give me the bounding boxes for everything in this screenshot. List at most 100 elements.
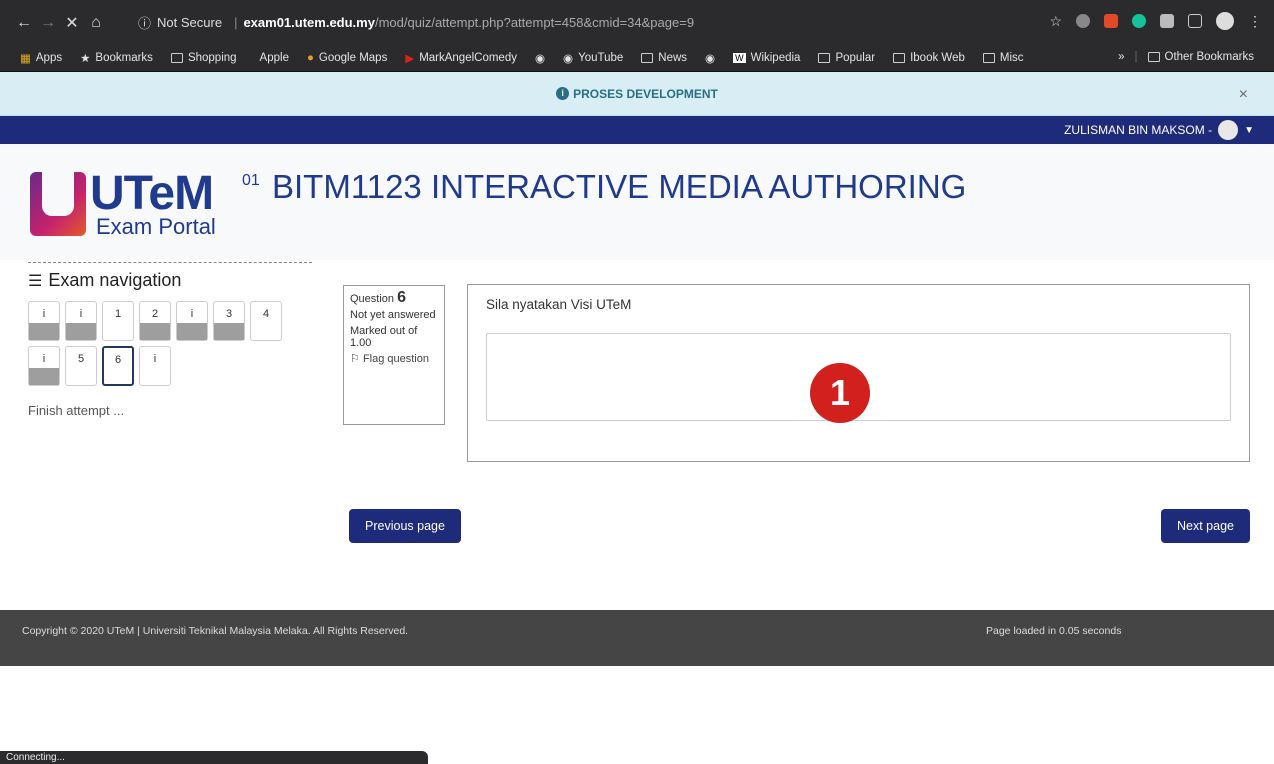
question-nav-label: 3 bbox=[225, 308, 233, 320]
question-label: Question bbox=[350, 293, 395, 305]
bookmark-wikipedia[interactable]: W Wikipedia bbox=[733, 52, 800, 64]
question-nav-button[interactable]: 6 bbox=[102, 346, 134, 386]
answered-indicator bbox=[29, 368, 59, 385]
url-separator: | bbox=[234, 14, 238, 30]
bookmark-bookmarks[interactable]: ★ Bookmarks bbox=[80, 51, 153, 65]
question-buttons: i i 1 2 i 3 4 i 5 6 i bbox=[28, 301, 288, 391]
menu-icon[interactable]: ⋮ bbox=[1248, 13, 1262, 30]
question-status: Not yet answered bbox=[350, 309, 436, 321]
development-notice: i PROSES DEVELOPMENT × bbox=[0, 72, 1274, 116]
finish-attempt-link[interactable]: Finish attempt ... bbox=[28, 403, 312, 418]
extension-icon[interactable] bbox=[1104, 14, 1118, 28]
question-nav-label: 2 bbox=[151, 308, 159, 320]
info-icon[interactable]: ⓘ bbox=[138, 13, 151, 32]
user-name[interactable]: ZULISMAN BIN MAKSOM - bbox=[1064, 123, 1212, 137]
notice-text: PROSES DEVELOPMENT bbox=[573, 86, 718, 101]
question-nav-label: i bbox=[79, 308, 83, 320]
exam-navigation: ☰ Exam navigation i i 1 2 i 3 4 i 5 6 i Finish att… bbox=[28, 270, 312, 418]
bookmark-google-maps[interactable]: ● Google Maps bbox=[307, 52, 387, 64]
course-title: BITM1123 INTERACTIVE MEDIA AUTHORING bbox=[272, 168, 967, 205]
question-nav-button[interactable]: 4 bbox=[250, 301, 282, 341]
flag-icon: ⚐ bbox=[350, 353, 360, 365]
exam-navigation-heading: ☰ Exam navigation bbox=[28, 270, 312, 291]
profile-icon[interactable] bbox=[1216, 12, 1234, 30]
question-nav-button[interactable]: 5 bbox=[65, 346, 97, 386]
bookmark-news[interactable]: News bbox=[641, 52, 687, 64]
answered-indicator bbox=[214, 323, 244, 340]
folder-icon bbox=[893, 52, 906, 63]
logo-sup: 01 bbox=[242, 172, 260, 189]
caret-down-icon[interactable]: ▼ bbox=[1244, 125, 1254, 136]
bookmark-ibook-web[interactable]: Ibook Web bbox=[893, 52, 965, 64]
browser-toolbar: ← → ✕ ⌂ ⓘ Not Secure | exam01.utem.edu.m… bbox=[0, 0, 1274, 44]
not-secure-label: Not Secure bbox=[157, 14, 223, 30]
question-nav-button[interactable]: 2 bbox=[139, 301, 171, 341]
folder-icon bbox=[641, 52, 654, 63]
info-icon: i bbox=[556, 87, 570, 100]
bookmark-globe-2[interactable]: ◉ bbox=[705, 51, 715, 65]
question-number: 6 bbox=[397, 289, 406, 306]
footer-copyright: Copyright © 2020 UTeM | Universiti Tekni… bbox=[22, 625, 409, 637]
bookmark-other[interactable]: Other Bookmarks bbox=[1147, 51, 1254, 63]
logo-brand: UTeM bbox=[90, 167, 214, 220]
folder-icon bbox=[982, 52, 995, 63]
avatar[interactable] bbox=[1218, 120, 1239, 140]
previous-page-button[interactable]: Previous page bbox=[349, 509, 461, 543]
utem-logo[interactable]: UTeM 01 Exam Portal bbox=[30, 166, 270, 242]
answered-indicator bbox=[29, 323, 59, 340]
stop-icon[interactable]: ✕ bbox=[60, 13, 84, 33]
hamburger-icon: ☰ bbox=[28, 272, 43, 290]
bookmark-shopping[interactable]: Shopping bbox=[170, 52, 237, 64]
annotation-marker: 1 bbox=[810, 363, 870, 423]
bookmark-popular[interactable]: Popular bbox=[818, 52, 875, 64]
user-bar: ZULISMAN BIN MAKSOM - ▼ bbox=[0, 116, 1274, 144]
bookmark-apps[interactable]: ▦ Apps bbox=[20, 51, 62, 65]
back-icon[interactable]: ← bbox=[12, 14, 36, 32]
star-icon[interactable]: ☆ bbox=[1049, 13, 1062, 30]
logo-subtitle: Exam Portal bbox=[96, 214, 216, 239]
next-page-button[interactable]: Next page bbox=[1161, 509, 1250, 543]
footer-load-time: Page loaded in 0.05 seconds bbox=[986, 625, 1122, 637]
extension-icon[interactable] bbox=[1076, 14, 1090, 28]
question-nav-label: i bbox=[42, 353, 46, 365]
bookmark-markangelcomedy[interactable]: ▶ MarkAngelComedy bbox=[405, 51, 517, 65]
url-path: /mod/quiz/attempt.php?attempt=458&cmid=3… bbox=[374, 14, 695, 30]
bookmark-globe[interactable]: ◉ bbox=[535, 51, 545, 65]
close-icon[interactable]: × bbox=[1239, 86, 1248, 104]
question-marks: Marked out of 1.00 bbox=[350, 325, 418, 349]
bookmark-youtube[interactable]: ◉ YouTube bbox=[563, 51, 623, 65]
answered-indicator bbox=[66, 323, 96, 340]
logo-mark bbox=[30, 172, 86, 236]
question-nav-button[interactable]: i bbox=[28, 346, 60, 386]
forward-icon[interactable]: → bbox=[36, 14, 60, 32]
answered-indicator bbox=[140, 323, 170, 340]
bookmark-overflow[interactable]: » bbox=[1118, 51, 1124, 63]
browser-status: Connecting... bbox=[0, 751, 428, 764]
exam-navigation-title: Exam navigation bbox=[48, 270, 182, 290]
question-nav-label: 6 bbox=[114, 354, 122, 366]
bookmark-apple[interactable]: Apple bbox=[255, 52, 289, 64]
question-nav-label: i bbox=[42, 308, 46, 320]
home-icon[interactable]: ⌂ bbox=[84, 14, 108, 32]
url-host: exam01.utem.edu.my bbox=[243, 14, 375, 30]
question-nav-button[interactable]: i bbox=[176, 301, 208, 341]
question-nav-button[interactable]: i bbox=[28, 301, 60, 341]
footer: Copyright © 2020 UTeM | Universiti Tekni… bbox=[0, 610, 1274, 666]
question-nav-button[interactable]: i bbox=[139, 346, 171, 386]
question-nav-button[interactable]: 3 bbox=[213, 301, 245, 341]
flag-question[interactable]: ⚐ Flag question bbox=[350, 353, 438, 365]
cast-icon[interactable] bbox=[1188, 14, 1202, 28]
question-nav-label: i bbox=[190, 308, 194, 320]
bookmarks-bar: ▦ Apps ★ Bookmarks Shopping Apple ● Google … bbox=[0, 44, 1274, 72]
grammarly-icon[interactable] bbox=[1132, 14, 1146, 28]
folder-icon bbox=[818, 52, 831, 63]
extension-icon[interactable] bbox=[1160, 14, 1174, 28]
question-nav-button[interactable]: 1 bbox=[102, 301, 134, 341]
address-bar[interactable]: ⓘ Not Secure | exam01.utem.edu.my /mod/q… bbox=[138, 10, 1038, 34]
nav-divider bbox=[28, 262, 312, 263]
question-text: Sila nyatakan Visi UTeM bbox=[486, 297, 632, 312]
question-nav-label: i bbox=[153, 353, 157, 365]
folder-icon bbox=[170, 52, 183, 63]
bookmark-misc[interactable]: Misc bbox=[982, 52, 1024, 64]
question-nav-button[interactable]: i bbox=[65, 301, 97, 341]
